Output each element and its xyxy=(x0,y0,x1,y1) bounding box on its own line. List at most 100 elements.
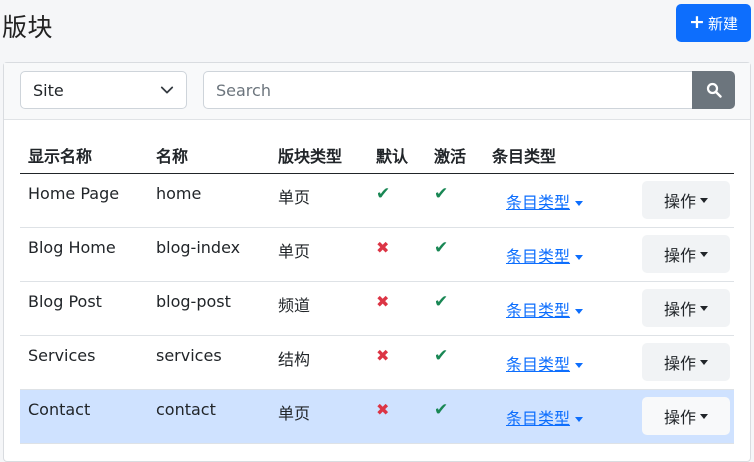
cell-block-type: 单页 xyxy=(270,389,368,444)
entry-types-label: 条目类型 xyxy=(506,355,571,374)
blocks-card: Site 显示名称 名称 版块类型 默认 激活 条目类型 Home xyxy=(3,62,751,462)
search-button[interactable] xyxy=(692,71,735,109)
cell-entry-types: 条目类型 xyxy=(484,281,632,336)
cell-active: ✔ xyxy=(426,335,484,390)
table-row: Home Page home 单页 ✔ ✔ 条目类型 操作 xyxy=(20,173,734,228)
cell-active: ✔ xyxy=(426,173,484,228)
column-header-type: 版块类型 xyxy=(270,137,368,174)
filter-bar: Site xyxy=(4,63,750,120)
entry-types-dropdown[interactable]: 条目类型 xyxy=(506,243,584,267)
chevron-down-icon xyxy=(160,86,174,94)
table-row: Blog Post blog-post 频道 ✖ ✔ 条目类型 操作 xyxy=(20,281,734,336)
check-icon: ✔ xyxy=(434,400,449,420)
new-button[interactable]: + 新建 xyxy=(676,4,751,42)
actions-dropdown-button[interactable]: 操作 xyxy=(642,235,730,273)
check-icon: ✔ xyxy=(434,238,449,258)
site-select-value: Site xyxy=(33,80,64,100)
cell-actions: 操作 xyxy=(632,227,734,282)
cell-actions: 操作 xyxy=(632,281,734,336)
cell-entry-types: 条目类型 xyxy=(484,173,632,228)
cell-active: ✔ xyxy=(426,281,484,336)
cross-icon: ✖ xyxy=(376,238,390,257)
search-input[interactable] xyxy=(203,71,693,109)
entry-types-label: 条目类型 xyxy=(506,301,571,320)
table-row: Services services 结构 ✖ ✔ 条目类型 操作 xyxy=(20,335,734,390)
actions-label: 操作 xyxy=(663,408,696,427)
blocks-table: 显示名称 名称 版块类型 默认 激活 条目类型 Home Page home 单页 ✔… xyxy=(20,137,734,444)
caret-down-icon xyxy=(700,251,708,257)
table-row: Blog Home blog-index 单页 ✖ ✔ 条目类型 操作 xyxy=(20,227,734,282)
cell-actions: 操作 xyxy=(632,173,734,228)
caret-down-icon xyxy=(700,305,708,311)
search-icon xyxy=(706,82,722,98)
cell-block-type: 单页 xyxy=(270,227,368,282)
cell-display-name: Blog Post xyxy=(20,281,148,336)
entry-types-label: 条目类型 xyxy=(506,247,571,266)
actions-dropdown-button[interactable]: 操作 xyxy=(642,397,730,435)
entry-types-dropdown[interactable]: 条目类型 xyxy=(506,189,584,213)
caret-down-icon xyxy=(700,413,708,419)
cross-icon: ✖ xyxy=(376,292,390,311)
check-icon: ✔ xyxy=(434,292,449,312)
entry-types-dropdown[interactable]: 条目类型 xyxy=(506,297,584,321)
cross-icon: ✖ xyxy=(376,346,390,365)
cell-default: ✖ xyxy=(368,389,426,444)
cell-name: blog-post xyxy=(148,281,270,336)
caret-down-icon xyxy=(575,309,584,314)
cell-entry-types: 条目类型 xyxy=(484,389,632,444)
actions-label: 操作 xyxy=(663,354,696,373)
cell-default: ✔ xyxy=(368,173,426,228)
caret-down-icon xyxy=(700,197,708,203)
cell-active: ✔ xyxy=(426,389,484,444)
cell-default: ✖ xyxy=(368,227,426,282)
cell-actions: 操作 xyxy=(632,335,734,390)
cell-entry-types: 条目类型 xyxy=(484,227,632,282)
column-header-entry-types: 条目类型 xyxy=(484,137,632,174)
cell-name: contact xyxy=(148,389,270,444)
actions-label: 操作 xyxy=(663,246,696,265)
caret-down-icon xyxy=(575,417,584,422)
page-title: 版块 xyxy=(2,13,54,42)
actions-label: 操作 xyxy=(663,300,696,319)
entry-types-dropdown[interactable]: 条目类型 xyxy=(506,351,584,375)
check-icon: ✔ xyxy=(434,346,449,366)
cell-name: services xyxy=(148,335,270,390)
cell-active: ✔ xyxy=(426,227,484,282)
actions-dropdown-button[interactable]: 操作 xyxy=(642,289,730,327)
actions-label: 操作 xyxy=(663,192,696,211)
actions-dropdown-button[interactable]: 操作 xyxy=(642,181,730,219)
cell-actions: 操作 xyxy=(632,389,734,444)
new-button-label: 新建 xyxy=(707,14,738,33)
cell-display-name: Contact xyxy=(20,389,148,444)
cell-display-name: Services xyxy=(20,335,148,390)
actions-dropdown-button[interactable]: 操作 xyxy=(642,343,730,381)
table-row: Contact contact 单页 ✖ ✔ 条目类型 操作 xyxy=(20,389,734,444)
cross-icon: ✖ xyxy=(376,400,390,419)
column-header-actions xyxy=(632,137,734,174)
cell-block-type: 单页 xyxy=(270,173,368,228)
check-icon: ✔ xyxy=(376,184,391,204)
cell-entry-types: 条目类型 xyxy=(484,335,632,390)
site-select[interactable]: Site xyxy=(20,71,187,109)
cell-display-name: Blog Home xyxy=(20,227,148,282)
plus-icon: + xyxy=(689,10,705,33)
column-header-name: 名称 xyxy=(148,137,270,174)
caret-down-icon xyxy=(700,359,708,365)
cell-default: ✖ xyxy=(368,335,426,390)
entry-types-label: 条目类型 xyxy=(506,409,571,428)
table-header-row: 显示名称 名称 版块类型 默认 激活 条目类型 xyxy=(20,137,734,174)
cell-default: ✖ xyxy=(368,281,426,336)
entry-types-dropdown[interactable]: 条目类型 xyxy=(506,405,584,429)
cell-block-type: 频道 xyxy=(270,281,368,336)
caret-down-icon xyxy=(575,201,584,206)
entry-types-label: 条目类型 xyxy=(506,193,571,212)
cell-block-type: 结构 xyxy=(270,335,368,390)
column-header-default: 默认 xyxy=(368,137,426,174)
column-header-active: 激活 xyxy=(426,137,484,174)
column-header-display-name: 显示名称 xyxy=(20,137,148,174)
cell-name: home xyxy=(148,173,270,228)
caret-down-icon xyxy=(575,255,584,260)
cell-name: blog-index xyxy=(148,227,270,282)
cell-display-name: Home Page xyxy=(20,173,148,228)
caret-down-icon xyxy=(575,363,584,368)
